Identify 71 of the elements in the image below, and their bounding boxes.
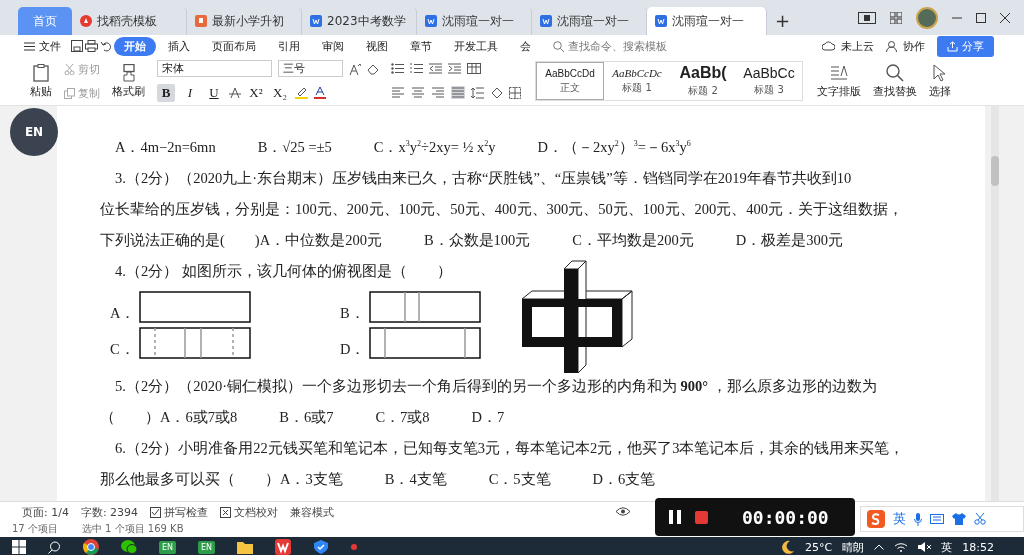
format-painter-button[interactable]: 格式刷 xyxy=(106,57,151,105)
question-text: 5.（2分）（2020·铜仁模拟）一个多边形切去一个角后得到的另一个多边形的内角和为 900° ，那么原多边形的边数为 xyxy=(115,377,877,396)
clock[interactable]: 18:52 xyxy=(962,540,994,554)
ribbon-tab[interactable]: 引用 xyxy=(268,36,310,56)
input-language[interactable]: 英 xyxy=(941,539,953,555)
ribbon-tab[interactable]: 开始 xyxy=(114,36,156,56)
find-replace-button[interactable]: 查找替换 xyxy=(867,57,923,105)
ribbon-tab[interactable]: 视图 xyxy=(356,36,398,56)
ribbon-tab[interactable]: 插入 xyxy=(158,36,200,56)
page-count: 页面: 1/4 xyxy=(22,504,69,520)
question-text: D．6支笔 xyxy=(592,470,656,489)
question-text: 下列说法正确的是( )A．中位数是200元 xyxy=(100,231,382,250)
text-layout-button[interactable]: 文字排版 xyxy=(811,57,867,105)
option-label: B． xyxy=(340,304,365,323)
file-menu[interactable]: 文件 xyxy=(24,38,61,54)
compatibility-mode: 兼容模式 xyxy=(290,504,335,520)
spell-check-button[interactable]: 拼写检查 xyxy=(150,504,209,520)
format-toggle[interactable]: U xyxy=(205,83,223,102)
style-preset[interactable]: AaBbCcDd 正文 xyxy=(536,62,604,100)
temperature: 25°C xyxy=(805,540,833,554)
ribbon-tab[interactable]: 会 xyxy=(510,36,541,56)
font-dropdown[interactable]: 宋体 xyxy=(157,60,272,78)
floating-badge[interactable]: EN xyxy=(10,108,58,156)
option-label: A． xyxy=(110,304,136,323)
ribbon-tab[interactable]: 页面布局 xyxy=(202,36,266,56)
question-text: B．6或7 xyxy=(279,408,334,427)
question-text: 3.（2分）（2020九上·东台期末）压岁钱由来已久，古称“厌胜钱”、“压祟钱”等．铛铛同学在2019年春节共收到10 xyxy=(115,169,852,188)
select-button[interactable]: 选择 xyxy=(923,57,957,105)
command-search-field[interactable]: 查找命令、搜索模板 xyxy=(553,38,667,54)
question-text: D．7 xyxy=(471,408,505,427)
option-label: D． xyxy=(340,340,366,359)
question-text: A．4m−2n=6mn xyxy=(115,138,216,157)
style-preset[interactable]: AaBb( 标题 2 xyxy=(670,62,736,100)
option-label: C． xyxy=(110,340,135,359)
question-text: 位长辈给的压岁钱，分别是：100元、200元、100元、50元、400元、300元、50元、100元、200元、400元．关于这组数据， xyxy=(100,200,903,219)
question-text: C．7或8 xyxy=(375,408,430,427)
question-text: C．平均数是200元 xyxy=(572,231,694,250)
script-button[interactable]: X₂ xyxy=(271,83,289,102)
ribbon-tab[interactable]: 开发工具 xyxy=(444,36,508,56)
format-toggle[interactable]: I xyxy=(181,83,199,102)
document-tab[interactable]: 沈雨瑄一对一 xyxy=(647,7,767,35)
question-text: B．众数是100元 xyxy=(423,231,531,250)
question-text: C．x$^{3}$y$^{2}$÷2xy= ½ x$^{2}$y xyxy=(373,138,496,157)
style-preset[interactable]: AaBbCcDc 标题 1 xyxy=(604,62,670,100)
style-preset[interactable]: AaBbCc 标题 3 xyxy=(736,62,802,100)
explorer-status-text: 选中 1 个项目 169 KB xyxy=(81,522,184,536)
question-text: B．√25 =±5 xyxy=(257,138,332,157)
word-count: 字数: 2394 xyxy=(80,504,139,520)
paste-button[interactable]: 粘贴 xyxy=(24,57,58,105)
question-text: 6.（2分）小明准备用22元钱买笔和笔记本，已知每支笔3元，每本笔记本2元，他买了3本笔记本后，其余的钱用来买笔， xyxy=(115,439,905,458)
question-text: （ ）A．6或7或8 xyxy=(100,408,238,427)
question-text: 那么他最多可以买（ ）A．3支笔 xyxy=(100,470,343,489)
question-text: B．4支笔 xyxy=(384,470,447,489)
proofread-button[interactable]: 文档校对 xyxy=(220,504,279,520)
question-text: 4.（2分） 如图所示，该几何体的俯视图是（ ） xyxy=(115,262,452,281)
explorer-status-text: 17 个项目 xyxy=(12,522,58,536)
ribbon-tab[interactable]: 审阅 xyxy=(312,36,354,56)
ime-mode[interactable]: 英 xyxy=(893,510,906,528)
cloud-status-button[interactable]: 未上云 xyxy=(822,38,874,54)
collaborate-button[interactable]: 协作 xyxy=(886,38,925,54)
weather-text: 晴朗 xyxy=(842,539,865,555)
font-size-dropdown[interactable]: 三号 xyxy=(278,60,343,78)
question-text: C．5支笔 xyxy=(488,470,551,489)
script-button[interactable]: X² xyxy=(247,83,265,102)
question-text: D．（－2xy$^{2}$）$^{3}$=－6x$^{3}$y$^{6}$ xyxy=(537,138,691,157)
ribbon-tab[interactable]: 章节 xyxy=(400,36,442,56)
format-toggle[interactable]: B xyxy=(157,83,175,102)
new-tab-button[interactable]: + xyxy=(775,10,791,31)
recording-timer: 00:00:00 xyxy=(742,506,829,528)
question-text: D．极差是300元 xyxy=(735,231,843,250)
share-button[interactable]: 分享 xyxy=(937,35,994,57)
